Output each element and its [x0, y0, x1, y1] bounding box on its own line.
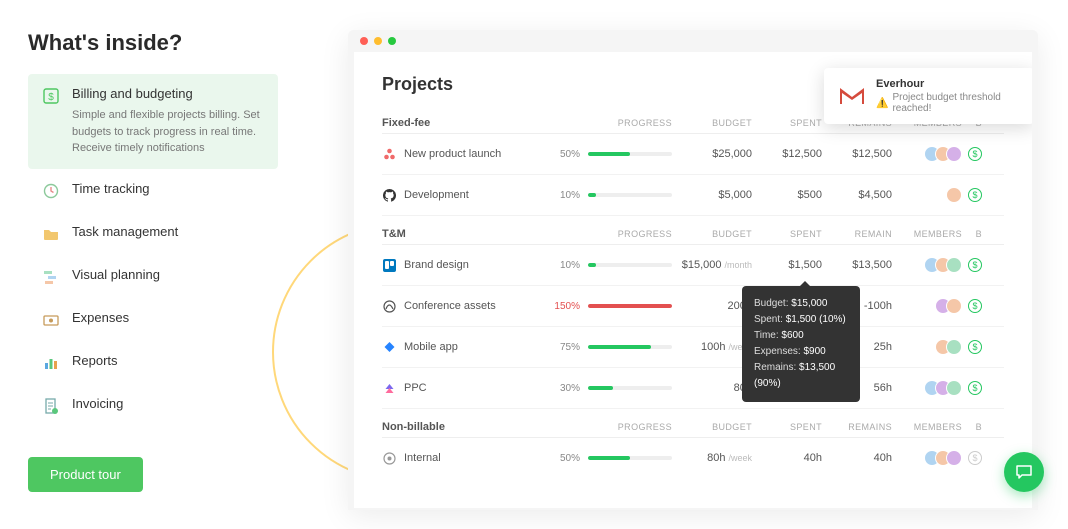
billable-icon[interactable]: $ — [968, 147, 982, 161]
clickup-icon — [382, 381, 396, 395]
progress-bar — [588, 304, 672, 308]
members-avatars — [892, 146, 962, 162]
project-name: Internal — [404, 452, 441, 464]
nav-item-reports[interactable]: Reports — [28, 341, 278, 384]
billable-icon[interactable]: $ — [968, 299, 982, 313]
nav-item-label: Visual planning — [72, 267, 264, 282]
svg-text:$: $ — [48, 92, 54, 103]
budget-tooltip: Budget: $15,000 Spent: $1,500 (10%) Time… — [742, 286, 860, 402]
trello-icon — [382, 258, 396, 272]
progress-bar — [588, 345, 672, 349]
progress-bar — [588, 263, 672, 267]
invoicing-icon — [42, 397, 60, 415]
section-header-tm: T&M PROGRESS BUDGET SPENT REMAIN MEMBERS… — [382, 224, 1004, 245]
nav-item-desc: Simple and flexible projects billing. Se… — [72, 107, 264, 157]
nav-item-label: Time tracking — [72, 181, 264, 196]
app-window: Everhour ⚠️ Project budget threshold rea… — [348, 30, 1038, 510]
notification-title: Everhour — [876, 78, 1020, 90]
warning-icon: ⚠️ — [876, 98, 888, 109]
nav-item-label: Billing and budgeting — [72, 86, 264, 101]
github-icon — [382, 188, 396, 202]
reports-icon — [42, 354, 60, 372]
billable-icon[interactable]: $ — [968, 340, 982, 354]
members-avatars — [892, 298, 962, 314]
nav-item-invoicing[interactable]: Invoicing — [28, 384, 278, 427]
close-dot[interactable] — [360, 37, 368, 45]
members-avatars — [892, 257, 962, 273]
project-name: PPC — [404, 382, 427, 394]
folder-icon — [42, 225, 60, 243]
project-row[interactable]: Conference assets 150% 200h -100h $ — [382, 286, 1004, 327]
nav-item-label: Task management — [72, 224, 264, 239]
billable-icon[interactable]: $ — [968, 258, 982, 272]
chat-fab[interactable] — [1004, 452, 1044, 492]
generic-icon — [382, 451, 396, 465]
project-name: New product launch — [404, 148, 501, 160]
basecamp-icon — [382, 299, 396, 313]
nav-item-visual-planning[interactable]: Visual planning — [28, 255, 278, 298]
members-avatars — [892, 187, 962, 203]
nav-item-billing[interactable]: $ Billing and budgeting Simple and flexi… — [28, 74, 278, 169]
project-name: Brand design — [404, 259, 469, 271]
section-name: T&M — [382, 228, 552, 240]
product-tour-button[interactable]: Product tour — [28, 457, 143, 492]
billing-icon: $ — [42, 87, 60, 105]
min-dot[interactable] — [374, 37, 382, 45]
billable-icon[interactable]: $ — [968, 451, 982, 465]
clock-icon — [42, 182, 60, 200]
page-heading: What's inside? — [28, 30, 278, 56]
billable-icon[interactable]: $ — [968, 188, 982, 202]
nav-item-time-tracking[interactable]: Time tracking — [28, 169, 278, 212]
billable-icon[interactable]: $ — [968, 381, 982, 395]
project-name: Development — [404, 189, 469, 201]
project-row[interactable]: Brand design 10% $15,000/month $1,500 $1… — [382, 245, 1004, 286]
project-row[interactable]: Mobile app 75% 100h/week 25h $ — [382, 327, 1004, 368]
nav-item-task-management[interactable]: Task management — [28, 212, 278, 255]
expenses-icon — [42, 311, 60, 329]
progress-bar — [588, 152, 672, 156]
window-titlebar — [348, 30, 1038, 52]
project-name: Mobile app — [404, 341, 458, 353]
progress-bar — [588, 193, 672, 197]
project-name: Conference assets — [404, 300, 496, 312]
progress-bar — [588, 386, 672, 390]
members-avatars — [892, 380, 962, 396]
progress-bar — [588, 456, 672, 460]
gmail-icon — [838, 86, 866, 106]
notification-toast[interactable]: Everhour ⚠️ Project budget threshold rea… — [824, 68, 1032, 124]
jira-icon — [382, 340, 396, 354]
project-row[interactable]: New product launch 50% $25,000 $12,500 $… — [382, 134, 1004, 175]
project-row[interactable]: PPC 30% 80h 24h 56h $ — [382, 368, 1004, 409]
project-row[interactable]: Development 10% $5,000 $500 $4,500 $ — [382, 175, 1004, 216]
section-name: Non-billable — [382, 421, 552, 433]
members-avatars — [892, 339, 962, 355]
planning-icon — [42, 268, 60, 286]
asana-icon — [382, 147, 396, 161]
section-name: Fixed-fee — [382, 117, 552, 129]
project-row[interactable]: Internal 50% 80h/week 40h 40h $ — [382, 438, 1004, 478]
max-dot[interactable] — [388, 37, 396, 45]
notification-subtitle: ⚠️ Project budget threshold reached! — [876, 92, 1020, 114]
nav-item-label: Reports — [72, 353, 264, 368]
members-avatars — [892, 450, 962, 466]
nav-item-label: Expenses — [72, 310, 264, 325]
section-header-nonbillable: Non-billable PROGRESS BUDGET SPENT REMAI… — [382, 417, 1004, 438]
nav-item-expenses[interactable]: Expenses — [28, 298, 278, 341]
sidebar: What's inside? $ Billing and budgeting S… — [28, 30, 278, 510]
nav-item-label: Invoicing — [72, 396, 264, 411]
